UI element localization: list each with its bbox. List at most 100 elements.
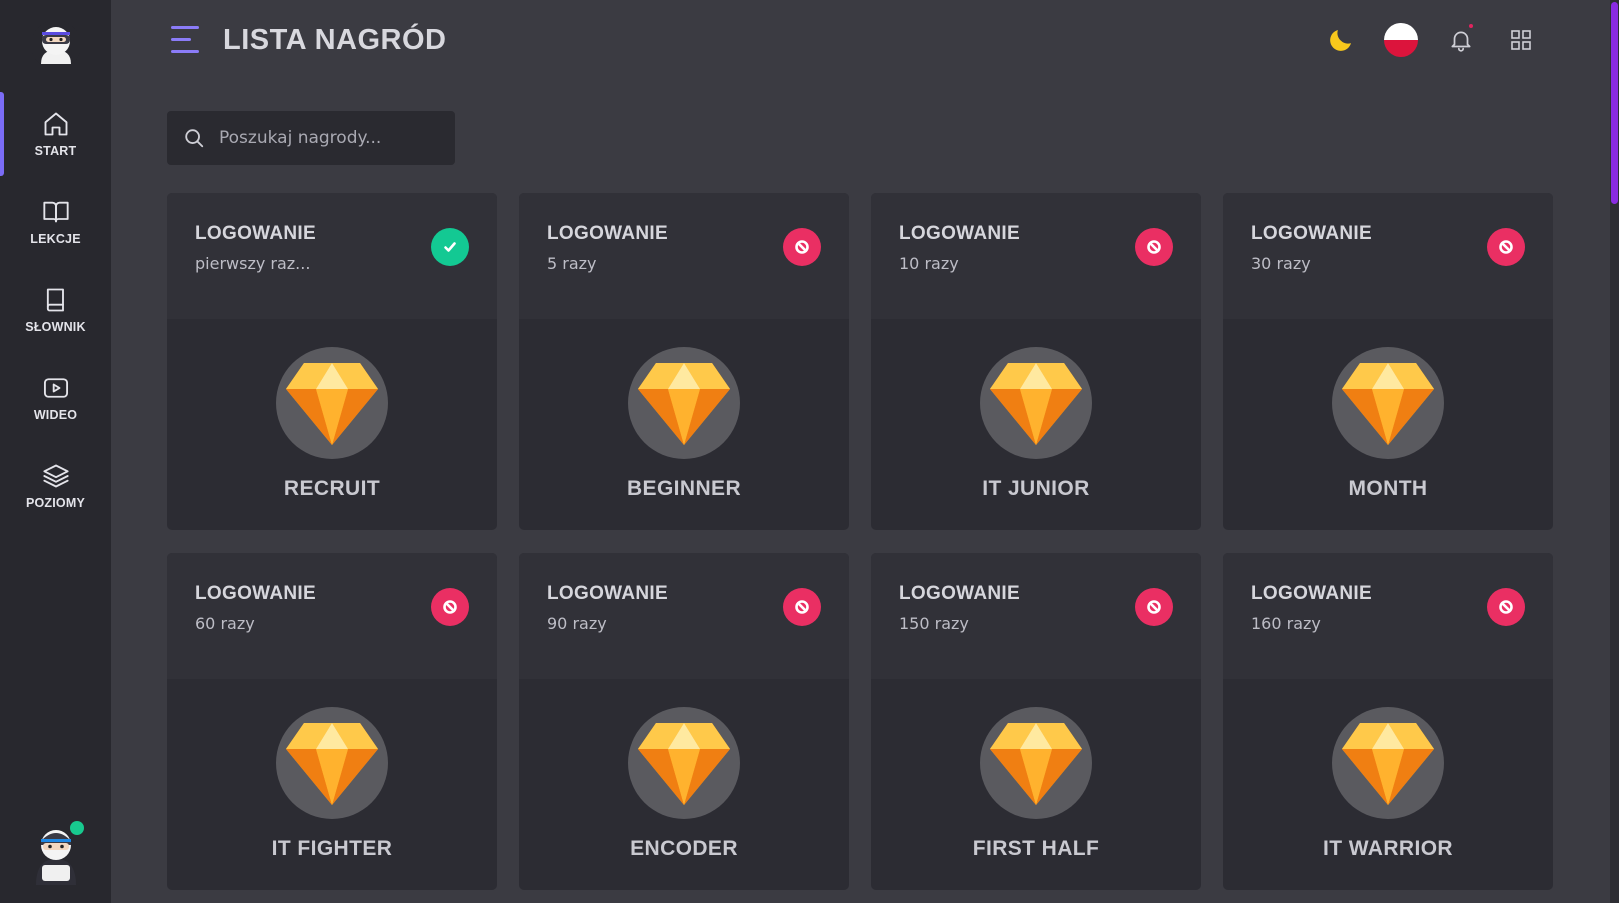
diamond-icon xyxy=(990,723,1082,805)
layers-icon xyxy=(42,464,69,488)
diamond-icon xyxy=(286,363,378,445)
blocked-icon xyxy=(795,600,809,614)
diamond-icon xyxy=(286,723,378,805)
reward-category: LOGOWANIE xyxy=(195,223,316,244)
notifications-button[interactable] xyxy=(1443,22,1479,58)
reward-card-body: IT WARRIOR xyxy=(1223,679,1553,890)
reward-badge xyxy=(628,707,740,819)
reward-card[interactable]: LOGOWANIE 5 razy BEGINNER xyxy=(519,193,849,530)
reward-card[interactable]: LOGOWANIE 30 razy MONTH xyxy=(1223,193,1553,530)
grid-icon xyxy=(1511,30,1531,50)
user-avatar[interactable] xyxy=(28,819,84,885)
app-logo[interactable] xyxy=(30,20,81,70)
reward-category: LOGOWANIE xyxy=(1251,583,1372,604)
language-selector[interactable] xyxy=(1383,22,1419,58)
reward-requirement: 60 razy xyxy=(195,614,255,633)
status-locked-badge xyxy=(431,588,469,626)
diamond-icon xyxy=(638,363,730,445)
apps-grid-button[interactable] xyxy=(1503,22,1539,58)
moon-icon xyxy=(1330,30,1351,51)
reward-card-header: LOGOWANIE 60 razy xyxy=(167,553,497,679)
reward-category: LOGOWANIE xyxy=(899,583,1020,604)
reward-requirement: 160 razy xyxy=(1251,614,1321,633)
check-icon xyxy=(444,242,456,252)
book-icon xyxy=(46,288,64,312)
sidebar-item-label: LEKCJE xyxy=(30,232,81,246)
reward-card[interactable]: LOGOWANIE 150 razy FIRST HALF xyxy=(871,553,1201,890)
reward-badge xyxy=(1332,347,1444,459)
reward-category: LOGOWANIE xyxy=(899,223,1020,244)
reward-card[interactable]: LOGOWANIE 160 razy IT WARRIOR xyxy=(1223,553,1553,890)
reward-requirement: 150 razy xyxy=(899,614,969,633)
status-locked-badge xyxy=(783,588,821,626)
sidebar-item-label: POZIOMY xyxy=(25,496,86,510)
hamburger-menu-icon[interactable] xyxy=(171,26,201,54)
status-completed-badge xyxy=(431,228,469,266)
blocked-icon xyxy=(1499,240,1513,254)
home-icon xyxy=(44,112,67,136)
sidebar-item-start[interactable]: START xyxy=(0,90,111,178)
reward-card-header: LOGOWANIE 160 razy xyxy=(1223,553,1553,679)
reward-name: IT JUNIOR xyxy=(982,477,1090,500)
reward-requirement: 5 razy xyxy=(547,254,597,273)
status-locked-badge xyxy=(1135,588,1173,626)
reward-card-body: BEGINNER xyxy=(519,319,849,530)
reward-requirement: pierwszy raz... xyxy=(195,254,311,273)
reward-card-header: LOGOWANIE pierwszy raz... xyxy=(167,193,497,319)
reward-card-body: ENCODER xyxy=(519,679,849,890)
diamond-icon xyxy=(1342,723,1434,805)
reward-badge xyxy=(276,707,388,819)
sidebar-item-wideo[interactable]: WIDEO xyxy=(0,354,111,442)
poland-flag-icon xyxy=(1384,23,1418,57)
scrollbar[interactable] xyxy=(1610,0,1619,903)
sidebar-item-slownik[interactable]: SŁOWNIK xyxy=(0,266,111,354)
blocked-icon xyxy=(1499,600,1513,614)
sidebar-item-lekcje[interactable]: LEKCJE xyxy=(0,178,111,266)
reward-card-body: IT FIGHTER xyxy=(167,679,497,890)
ninja-logo-icon xyxy=(30,20,81,70)
reward-requirement: 90 razy xyxy=(547,614,607,633)
reward-badge xyxy=(980,347,1092,459)
reward-category: LOGOWANIE xyxy=(547,583,668,604)
reward-requirement: 10 razy xyxy=(899,254,959,273)
reward-name: ENCODER xyxy=(630,837,738,860)
reward-card-body: RECRUIT xyxy=(167,319,497,530)
reward-card-body: FIRST HALF xyxy=(871,679,1201,890)
book-open-icon xyxy=(42,201,69,223)
reward-category: LOGOWANIE xyxy=(547,223,668,244)
status-locked-badge xyxy=(1487,588,1525,626)
page-title: LISTA NAGRÓD xyxy=(223,24,447,56)
diamond-icon xyxy=(638,723,730,805)
reward-card[interactable]: LOGOWANIE 60 razy IT FIGHTER xyxy=(167,553,497,890)
sidebar-item-poziomy[interactable]: POZIOMY xyxy=(0,442,111,530)
reward-badge xyxy=(1332,707,1444,819)
reward-requirement: 30 razy xyxy=(1251,254,1311,273)
reward-name: FIRST HALF xyxy=(972,837,1100,860)
notification-dot xyxy=(1469,24,1473,28)
header-actions xyxy=(1323,22,1539,58)
reward-badge xyxy=(980,707,1092,819)
theme-toggle-button[interactable] xyxy=(1323,22,1359,58)
scrollbar-thumb[interactable] xyxy=(1611,2,1618,204)
reward-category: LOGOWANIE xyxy=(1251,223,1372,244)
reward-card-body: IT JUNIOR xyxy=(871,319,1201,530)
blocked-icon xyxy=(795,240,809,254)
sidebar-item-label: WIDEO xyxy=(33,408,78,422)
reward-name: IT WARRIOR xyxy=(1323,837,1453,860)
reward-card[interactable]: LOGOWANIE 90 razy ENCODER xyxy=(519,553,849,890)
blocked-icon xyxy=(1147,600,1161,614)
reward-card[interactable]: LOGOWANIE pierwszy raz... RECRUIT xyxy=(167,193,497,530)
blocked-icon xyxy=(443,600,457,614)
status-locked-badge xyxy=(783,228,821,266)
status-locked-badge xyxy=(1487,228,1525,266)
sidebar-item-label: SŁOWNIK xyxy=(25,320,86,334)
reward-name: IT FIGHTER xyxy=(271,837,393,860)
status-locked-badge xyxy=(1135,228,1173,266)
reward-card[interactable]: LOGOWANIE 10 razy IT JUNIOR xyxy=(871,193,1201,530)
reward-badge xyxy=(628,347,740,459)
reward-category: LOGOWANIE xyxy=(195,583,316,604)
rewards-grid: LOGOWANIE pierwszy raz... RECRUIT LOGOWA… xyxy=(167,193,1553,890)
search-input[interactable] xyxy=(219,128,439,148)
reward-name: RECRUIT xyxy=(283,477,381,500)
reward-card-body: MONTH xyxy=(1223,319,1553,530)
